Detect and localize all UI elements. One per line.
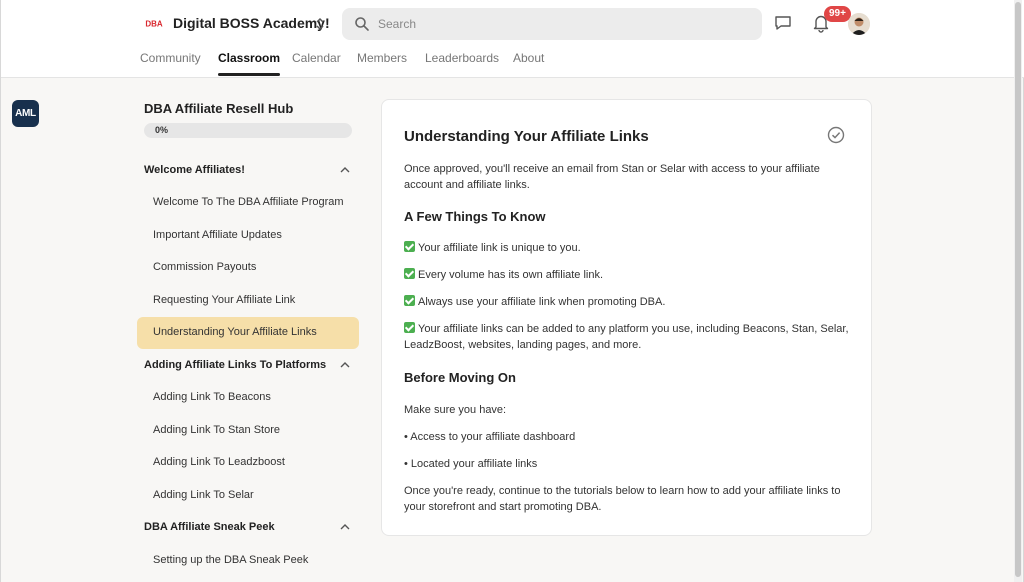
green-check-icon [404,322,415,333]
section-title: DBA Affiliate Sneak Peek [144,521,275,533]
section-header-platforms[interactable]: Adding Affiliate Links To Platforms [144,357,358,377]
aml-logo[interactable]: AML [12,100,39,127]
lesson-label: Adding Link To Stan Store [153,424,280,436]
tab-about[interactable]: About [513,51,544,65]
green-check-icon [404,295,415,306]
lesson-item-active[interactable]: Understanding Your Affiliate Links [137,317,359,349]
lesson-label: Adding Link To Beacons [153,391,271,403]
user-avatar-icon [848,13,870,35]
lesson-item[interactable]: Adding Link To Leadzboost [137,447,359,479]
check-text: Your affiliate links can be added to any… [404,323,849,351]
check-text: Every volume has its own affiliate link. [418,269,604,281]
chevron-up-icon [340,167,350,173]
lesson-label: Welcome To The DBA Affiliate Program [153,196,344,208]
green-check-icon [404,268,415,279]
lesson-item[interactable]: Welcome To The DBA Affiliate Program [137,187,359,219]
check-item: Always use your affiliate link when prom… [404,294,849,310]
notification-badge: 99+ [824,6,851,22]
bullet-item: • Located your affiliate links [404,458,538,470]
lesson-item[interactable]: Setting up the DBA Sneak Peek [137,545,359,577]
intro-paragraph: Once approved, you'll receive an email f… [404,163,820,191]
avatar[interactable] [848,13,870,35]
green-check-icon [404,241,415,252]
tab-classroom[interactable]: Classroom [218,51,281,76]
check-circle-icon[interactable] [827,126,845,144]
course-title: DBA Affiliate Resell Hub [144,101,294,116]
bullet-item: • Access to your affiliate dashboard [404,431,576,443]
section-heading: A Few Things To Know [404,209,546,224]
check-item: Every volume has its own affiliate link. [404,267,849,283]
dba-logo-text: DBA [145,20,163,29]
lesson-item[interactable]: Adding Link To Beacons [137,382,359,414]
lesson-item[interactable]: Important Affiliate Updates [137,220,359,252]
outro-paragraph: Once you're ready, continue to the tutor… [404,485,841,513]
lesson-label: Adding Link To Selar [153,489,254,501]
aml-logo-text: AML [15,108,36,119]
chevron-up-icon [340,362,350,368]
lesson-label: Important Affiliate Updates [153,229,282,241]
chevron-up-icon [340,524,350,530]
section-heading: Before Moving On [404,370,516,385]
lesson-label: Adding Link To Leadzboost [153,456,285,468]
tab-leaderboards[interactable]: Leaderboards [425,51,499,65]
tab-calendar[interactable]: Calendar [292,51,341,65]
check-text: Always use your affiliate link when prom… [418,296,666,308]
lesson-item[interactable]: Adding Link To Stan Store [137,415,359,447]
lesson-item[interactable]: Commission Payouts [137,252,359,284]
lesson-label: Understanding Your Affiliate Links [153,326,317,338]
lesson-label: Commission Payouts [153,261,257,273]
scrollbar-thumb[interactable] [1015,2,1021,577]
check-item: Your affiliate links can be added to any… [404,321,849,353]
top-header: DBA Digital BOSS Academy! 99+ [1,0,1024,78]
community-title[interactable]: Digital BOSS Academy! [173,15,330,31]
search-icon [355,17,369,31]
course-progress-bar: 0% [144,123,352,138]
check-item: Your affiliate link is unique to you. [404,240,849,256]
dba-logo-icon[interactable]: DBA [144,16,164,30]
chevron-up-down-icon[interactable] [314,15,326,33]
progress-percent: 0% [155,125,169,135]
check-text: Your affiliate link is unique to you. [418,242,581,254]
lesson-content-card: Understanding Your Affiliate Links Once … [381,99,872,536]
lesson-item[interactable]: Requesting Your Affiliate Link [137,285,359,317]
lesson-item[interactable]: Adding Link To Selar [137,480,359,512]
section-title: Adding Affiliate Links To Platforms [144,359,327,371]
section-title: Welcome Affiliates! [144,164,245,176]
tab-community[interactable]: Community [140,51,201,65]
search-bar[interactable] [342,8,762,40]
chat-icon[interactable] [774,14,792,32]
lesson-label: Requesting Your Affiliate Link [153,294,296,306]
app-window: DBA Digital BOSS Academy! 99+ [0,0,1024,582]
lesson-label: Setting up the DBA Sneak Peek [153,554,309,566]
make-sure-text: Make sure you have: [404,404,507,416]
section-header-welcome[interactable]: Welcome Affiliates! [144,162,358,182]
page-scrollbar[interactable] [1014,0,1022,582]
tab-members[interactable]: Members [357,51,407,65]
search-input[interactable] [378,8,748,40]
lesson-title: Understanding Your Affiliate Links [404,128,649,145]
section-header-sneak-peek[interactable]: DBA Affiliate Sneak Peek [144,519,358,539]
